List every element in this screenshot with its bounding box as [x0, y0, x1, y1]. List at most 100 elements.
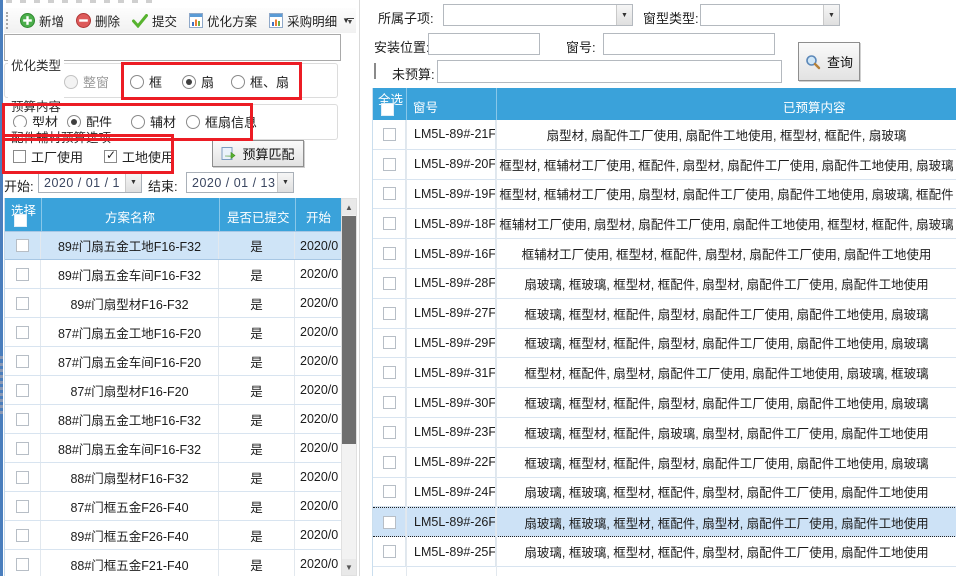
radio-sash[interactable]: 扇 [182, 72, 214, 91]
chevron-down-icon[interactable]: ▼ [277, 173, 293, 192]
table-row[interactable]: 88#门扇五金车间F16-F32是2020/0 [5, 434, 342, 463]
toolbar-overflow-button[interactable]: ▼ [343, 13, 357, 31]
table-row[interactable]: LM5L-89#-31F29框型材, 框配件, 扇型材, 扇配件工厂使用, 扇配… [373, 358, 956, 388]
row-checkbox[interactable] [16, 355, 29, 368]
row-checkbox[interactable] [16, 413, 29, 426]
no-budget-input[interactable] [437, 60, 782, 83]
chevron-down-icon[interactable]: ▼ [823, 5, 839, 25]
col-header-submitted[interactable]: 是否已提交 [227, 207, 290, 226]
delete-button[interactable]: 删除 [70, 9, 126, 32]
row-checkbox[interactable] [383, 307, 396, 320]
query-label: 查询 [827, 52, 853, 71]
row-checkbox[interactable] [16, 384, 29, 397]
start-date-picker[interactable]: 2020 / 01 / 1 ▼ [38, 172, 142, 193]
scroll-down-button[interactable]: ▼ [342, 559, 356, 575]
table-row[interactable]: 89#门扇五金车间F16-F32是2020/0 [5, 260, 342, 289]
radio-whole-window[interactable]: 整窗 [64, 72, 109, 91]
add-button[interactable]: 新增 [14, 9, 70, 32]
row-checkbox[interactable] [16, 442, 29, 455]
row-checkbox[interactable] [383, 396, 396, 409]
end-date-picker[interactable]: 2020 / 01 / 13 ▼ [186, 172, 294, 193]
table-row[interactable]: 89#门扇型材F16-F32是2020/0 [5, 289, 342, 318]
col-header-window-no[interactable]: 窗号 [413, 97, 438, 116]
table-row[interactable]: 88#门扇型材F16-F32是2020/0 [5, 463, 342, 492]
chevron-down-icon[interactable]: ▼ [125, 173, 141, 192]
row-checkbox[interactable] [383, 485, 396, 498]
table-row[interactable]: LM5L-89#-22F20框玻璃, 框型材, 框配件, 扇型材, 扇配件工厂使… [373, 448, 956, 478]
row-checkbox[interactable] [383, 336, 396, 349]
row-checkbox[interactable] [383, 366, 396, 379]
radio-icon [231, 75, 245, 89]
radio-frame-sash-info[interactable]: 框扇信息 [186, 112, 257, 131]
row-checkbox[interactable] [383, 426, 396, 439]
table-row[interactable]: 87#门扇五金工地F16-F20是2020/0 [5, 318, 342, 347]
col-header-plan-name[interactable]: 方案名称 [105, 207, 155, 226]
row-checkbox[interactable] [16, 239, 29, 252]
chevron-down-icon[interactable]: ▼ [616, 5, 632, 25]
scroll-up-button[interactable]: ▲ [342, 199, 356, 215]
table-row[interactable]: LM5L-89#-26F24扇玻璃, 框玻璃, 框型材, 框配件, 扇型材, 扇… [373, 507, 956, 537]
table-row[interactable]: 89#门扇五金工地F16-F32是2020/0 [5, 231, 342, 260]
row-checkbox[interactable] [383, 545, 396, 558]
window-no-input[interactable] [603, 33, 775, 55]
scrollbar-thumb[interactable] [342, 216, 356, 444]
table-row[interactable]: 87#门扇五金车间F16-F20是2020/0 [5, 347, 342, 376]
table-row[interactable]: 87#门扇型材F16-F20是2020/0 [5, 376, 342, 405]
radio-frame-sash[interactable]: 框、扇 [231, 72, 289, 91]
site-use-checkbox-item[interactable]: 工地使用 [104, 147, 174, 166]
toolbar-grip[interactable] [6, 12, 10, 29]
table-row[interactable]: LM5L-89#-19F17框型材, 框辅材工厂使用, 扇型材, 扇配件工厂使用… [373, 180, 956, 210]
window-no-cell: LM5L-89#-19F17 [406, 180, 496, 209]
table-row[interactable]: LM5L-89#-27F25框玻璃, 框型材, 框配件, 扇型材, 扇配件工厂使… [373, 299, 956, 329]
submit-button[interactable]: 提交 [126, 9, 183, 32]
optimize-plan-button[interactable]: 优化方案 [183, 9, 263, 32]
row-checkbox[interactable] [16, 471, 29, 484]
install-position-input[interactable] [428, 33, 540, 55]
row-checkbox[interactable] [16, 297, 29, 310]
factory-use-checkbox-item[interactable]: 工厂使用 [13, 147, 83, 166]
table-row[interactable]: LM5L-89#-30F28框玻璃, 框型材, 框配件, 扇型材, 扇配件工厂使… [373, 388, 956, 418]
table-row[interactable]: LM5L-89#-16F15框辅材工厂使用, 框型材, 框配件, 扇型材, 扇配… [373, 239, 956, 269]
row-checkbox[interactable] [383, 277, 396, 290]
query-button[interactable]: 查询 [798, 42, 860, 81]
table-row[interactable]: LM5L-89#-24F22扇玻璃, 框玻璃, 框型材, 框配件, 扇型材, 扇… [373, 478, 956, 508]
table-row[interactable]: LM5L-89#-28F26扇玻璃, 框玻璃, 框型材, 框配件, 扇型材, 扇… [373, 269, 956, 299]
table-row[interactable]: 88#门框五金F21-F40是2020/0 [5, 550, 342, 576]
row-checkbox[interactable] [16, 326, 29, 339]
row-checkbox[interactable] [383, 247, 396, 260]
radio-auxiliary[interactable]: 辅材 [131, 112, 176, 131]
table-row[interactable]: 87#门框五金F26-F40是2020/0 [5, 492, 342, 521]
row-checkbox[interactable] [383, 187, 396, 200]
table-row[interactable]: LM5L-89#-29F27框玻璃, 框型材, 框配件, 扇型材, 扇配件工厂使… [373, 329, 956, 359]
plan-table-scrollbar[interactable]: ▲ ▼ [341, 198, 357, 576]
select-all-checkbox[interactable] [381, 103, 394, 116]
table-row[interactable]: LM5L-89#-25F23扇玻璃, 框玻璃, 框型材, 框配件, 扇型材, 扇… [373, 537, 956, 567]
row-checkbox[interactable] [16, 500, 29, 513]
checkbox-icon[interactable] [104, 150, 117, 163]
col-header-budget-content[interactable]: 已预算内容 [783, 97, 846, 116]
row-select-cell [373, 418, 406, 447]
table-row[interactable]: LM5L-89#-23F21框玻璃, 框型材, 框配件, 扇玻璃, 扇型材, 扇… [373, 418, 956, 448]
row-checkbox[interactable] [16, 268, 29, 281]
radio-frame[interactable]: 框 [130, 72, 162, 91]
row-checkbox[interactable] [383, 456, 396, 469]
sub-item-select[interactable]: ▼ [443, 4, 633, 26]
table-row[interactable]: LM5L-89#-18F16框辅材工厂使用, 扇型材, 扇配件工厂使用, 扇配件… [373, 209, 956, 239]
no-budget-checkbox[interactable] [374, 63, 376, 79]
row-checkbox[interactable] [383, 158, 396, 171]
row-select-cell [373, 537, 406, 566]
row-checkbox[interactable] [16, 529, 29, 542]
budget-match-button[interactable]: 预算匹配 [212, 140, 304, 167]
table-row[interactable]: 89#门框五金F26-F40是2020/0 [5, 521, 342, 550]
table-row[interactable]: LM5L-89#-21F19扇型材, 扇配件工厂使用, 扇配件工地使用, 框型材… [373, 120, 956, 150]
row-checkbox[interactable] [383, 516, 396, 529]
select-all-checkbox[interactable] [14, 214, 27, 227]
row-checkbox[interactable] [16, 558, 29, 571]
col-header-start[interactable]: 开始 [306, 207, 331, 226]
table-row[interactable]: LM5L-89#-20F18框型材, 框辅材工厂使用, 框配件, 扇型材, 扇配… [373, 150, 956, 180]
row-checkbox[interactable] [383, 217, 396, 230]
row-checkbox[interactable] [383, 128, 396, 141]
checkbox-icon[interactable] [13, 150, 26, 163]
window-type-select[interactable]: ▼ [700, 4, 840, 26]
table-row[interactable]: 88#门扇五金工地F16-F32是2020/0 [5, 405, 342, 434]
